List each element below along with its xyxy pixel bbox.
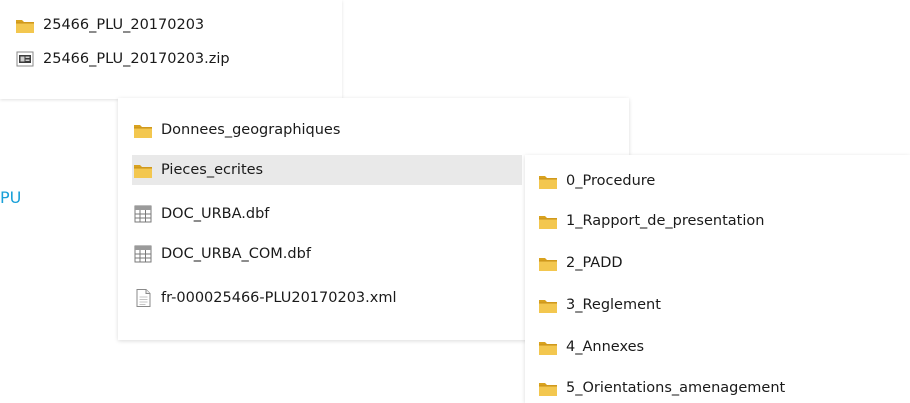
file-item-doc-urba-dbf[interactable]: DOC_URBA.dbf (132, 199, 269, 229)
folder-item-3-reglement[interactable]: 3_Reglement (537, 290, 661, 320)
folder-icon (537, 337, 559, 357)
pieces-ecrites-subfolders-panel: 0_Procedure 1_Rapport_de_presentation 2_… (525, 155, 910, 403)
xml-file-icon (132, 288, 154, 308)
file-item-doc-urba-com-dbf[interactable]: DOC_URBA_COM.dbf (132, 239, 311, 269)
file-item-label: DOC_URBA_COM.dbf (161, 246, 311, 262)
folder-icon (132, 160, 154, 180)
folder-item-label: 0_Procedure (566, 173, 656, 189)
folder-icon (14, 15, 36, 35)
file-item-label: fr-000025466-PLU20170203.xml (161, 290, 397, 306)
top-folder-panel: 25466_PLU_20170203 25466_PLU_20170203.zi… (0, 0, 342, 99)
folder-item-donnees-geographiques[interactable]: Donnees_geographiques (132, 115, 340, 145)
folder-item-2-padd[interactable]: 2_PADD (537, 248, 623, 278)
file-item-label: 25466_PLU_20170203.zip (43, 51, 230, 67)
file-item-25466-plu-zip[interactable]: 25466_PLU_20170203.zip (14, 44, 230, 74)
folder-icon (537, 171, 559, 191)
file-item-label: DOC_URBA.dbf (161, 206, 270, 222)
side-label: PU (0, 188, 22, 207)
folder-item-25466-plu[interactable]: 25466_PLU_20170203 (14, 10, 204, 40)
folder-item-label: 1_Rapport_de_presentation (566, 213, 765, 229)
folder-item-label: 5_Orientations_amenagement (566, 380, 786, 396)
folder-item-label: 3_Reglement (566, 297, 661, 313)
folder-item-label: Donnees_geographiques (161, 122, 341, 138)
folder-item-0-procedure[interactable]: 0_Procedure (537, 166, 655, 196)
zip-file-icon (14, 49, 36, 69)
folder-item-4-annexes[interactable]: 4_Annexes (537, 332, 644, 362)
dbf-file-icon (132, 244, 154, 264)
folder-icon (537, 378, 559, 398)
folder-item-label: Pieces_ecrites (161, 162, 264, 178)
folder-item-label: 25466_PLU_20170203 (43, 17, 205, 33)
file-item-xml[interactable]: fr-000025466-PLU20170203.xml (132, 283, 397, 313)
folder-icon (537, 211, 559, 231)
folder-item-pieces-ecrites[interactable]: Pieces_ecrites (132, 155, 522, 185)
folder-item-label: 4_Annexes (566, 339, 645, 355)
folder-item-label: 2_PADD (566, 255, 623, 271)
folder-icon (132, 120, 154, 140)
dbf-file-icon (132, 204, 154, 224)
folder-item-5-orientations[interactable]: 5_Orientations_amenagement (537, 373, 785, 403)
folder-icon (537, 295, 559, 315)
folder-item-1-rapport[interactable]: 1_Rapport_de_presentation (537, 206, 764, 236)
folder-icon (537, 253, 559, 273)
